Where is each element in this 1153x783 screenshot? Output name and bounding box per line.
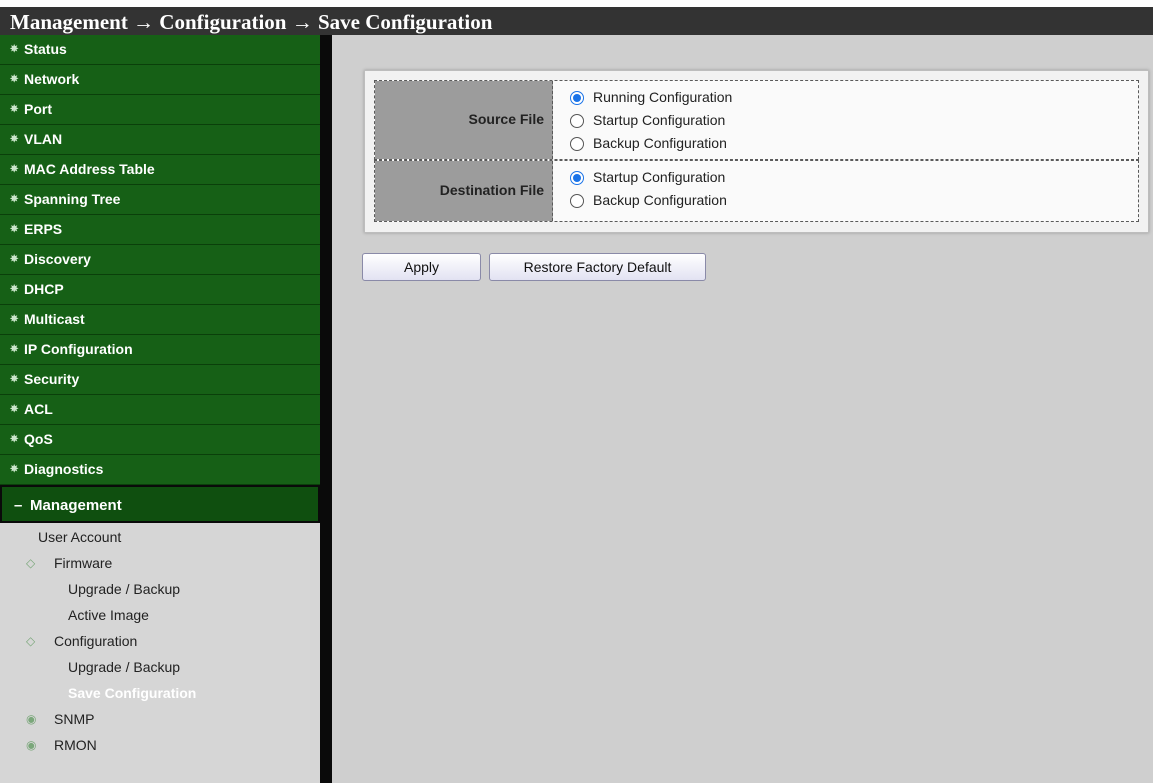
config-panel: Source File Running Configuration Startu… <box>364 70 1149 233</box>
sidebar-item-multicast[interactable]: ✵ Multicast <box>0 305 320 335</box>
folder-closed-icon: ◉ <box>26 738 37 752</box>
sidebar-item-ip-configuration[interactable]: ✵ IP Configuration <box>0 335 320 365</box>
sidebar-item-discovery[interactable]: ✵ Discovery <box>0 245 320 275</box>
sidebar-item-diagnostics[interactable]: ✵ Diagnostics <box>0 455 320 485</box>
expand-icon: ✵ <box>10 194 19 205</box>
radio-button[interactable] <box>570 91 584 105</box>
submenu-configuration[interactable]: ◇ Configuration <box>0 628 320 654</box>
expand-icon: ✵ <box>10 134 19 145</box>
expand-icon: ✵ <box>10 74 19 85</box>
radio-button[interactable] <box>570 171 584 185</box>
destination-file-row: Destination File Startup Configuration B… <box>374 160 1139 222</box>
submenu-active-image[interactable]: Active Image <box>0 602 320 628</box>
expand-icon: ✵ <box>10 344 19 355</box>
restore-factory-default-button[interactable]: Restore Factory Default <box>489 253 706 281</box>
expand-icon: ✵ <box>10 284 19 295</box>
sidebar-divider <box>320 35 332 783</box>
sidebar-item-status[interactable]: ✵ Status <box>0 35 320 65</box>
sidebar-item-qos[interactable]: ✵ QoS <box>0 425 320 455</box>
title-bar: Management → Configuration → Save Config… <box>0 0 1153 35</box>
expand-icon: ✵ <box>10 404 19 415</box>
apply-button[interactable]: Apply <box>362 253 481 281</box>
breadcrumb: Management → Configuration → Save Config… <box>10 10 493 34</box>
source-file-label: Source File <box>375 81 553 159</box>
submenu-rmon[interactable]: ◉ RMON <box>0 732 320 758</box>
expand-icon: ✵ <box>10 104 19 115</box>
submenu-user-account[interactable]: User Account <box>0 524 320 550</box>
sidebar-item-vlan[interactable]: ✵ VLAN <box>0 125 320 155</box>
sidebar-item-dhcp[interactable]: ✵ DHCP <box>0 275 320 305</box>
expand-icon: ✵ <box>10 254 19 265</box>
sidebar-item-network[interactable]: ✵ Network <box>0 65 320 95</box>
submenu-save-configuration[interactable]: Save Configuration <box>0 680 320 706</box>
radio-button[interactable] <box>570 194 584 208</box>
radio-button[interactable] <box>570 114 584 128</box>
expand-icon: ✵ <box>10 374 19 385</box>
folder-closed-icon: ◉ <box>26 712 37 726</box>
expand-icon: ✵ <box>10 434 19 445</box>
expand-icon: ✵ <box>10 224 19 235</box>
destination-file-label: Destination File <box>375 161 553 221</box>
radio-button[interactable] <box>570 137 584 151</box>
sidebar-item-port[interactable]: ✵ Port <box>0 95 320 125</box>
sidebar-item-spanning-tree[interactable]: ✵ Spanning Tree <box>0 185 320 215</box>
folder-open-icon: ◇ <box>26 634 36 648</box>
submenu-snmp[interactable]: ◉ SNMP <box>0 706 320 732</box>
folder-open-icon: ◇ <box>26 556 36 570</box>
sidebar-item-management[interactable]: – Management <box>0 485 320 523</box>
expand-icon: ✵ <box>10 464 19 475</box>
sidebar-item-erps[interactable]: ✵ ERPS <box>0 215 320 245</box>
expand-icon: ✵ <box>10 164 19 175</box>
submenu-configuration-upgrade-backup[interactable]: Upgrade / Backup <box>0 654 320 680</box>
submenu-firmware-upgrade-backup[interactable]: Upgrade / Backup <box>0 576 320 602</box>
submenu-firmware[interactable]: ◇ Firmware <box>0 550 320 576</box>
sidebar-item-mac-address-table[interactable]: ✵ MAC Address Table <box>0 155 320 185</box>
source-file-row: Source File Running Configuration Startu… <box>374 80 1139 160</box>
expand-icon: ✵ <box>10 44 19 55</box>
collapse-icon: – <box>14 497 23 514</box>
sidebar-item-acl[interactable]: ✵ ACL <box>0 395 320 425</box>
sidebar-item-security[interactable]: ✵ Security <box>0 365 320 395</box>
sidebar: ✵ Status ✵ Network ✵ Port ✵ VLAN ✵ MAC Addres… <box>0 35 320 783</box>
expand-icon: ✵ <box>10 314 19 325</box>
